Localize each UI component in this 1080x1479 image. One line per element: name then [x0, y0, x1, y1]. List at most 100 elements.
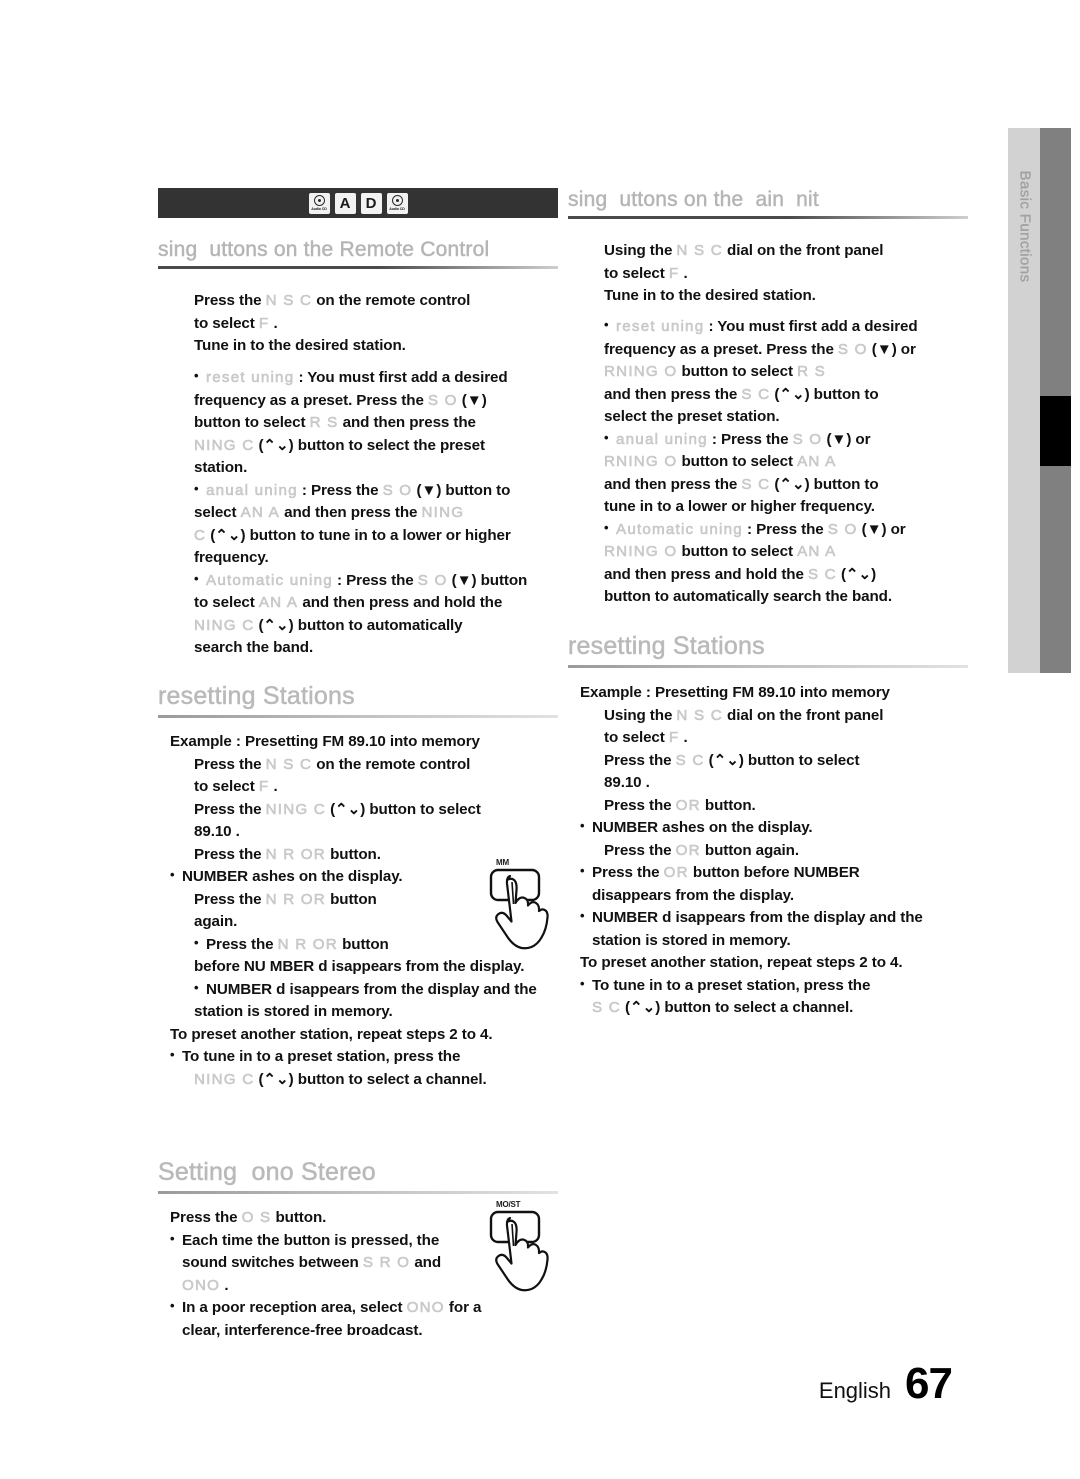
txt: . — [269, 314, 278, 332]
main-step-2: Tune in to the desired station. — [604, 287, 816, 304]
heading-main-unit-block: sing uttons on the ain nit — [568, 188, 968, 219]
txt: to select — [604, 264, 669, 282]
txt: (⌃⌄) — [836, 565, 877, 583]
txt: select — [194, 504, 241, 521]
ghost-term: O S — [241, 1209, 272, 1227]
txt: : Press the — [297, 481, 383, 499]
bullet-line: and then press the S C (⌃⌄) button to — [568, 384, 968, 407]
txt: (⌃⌄) button to — [770, 475, 879, 493]
bullet-line: station. — [194, 459, 248, 476]
example-label-right: Example : Presetting FM 89.10 into memor… — [580, 684, 890, 701]
txt: and then press the — [338, 414, 476, 431]
txt: (⌃⌄) button to automatically — [254, 616, 463, 634]
txt: button. — [700, 796, 756, 814]
rpreset-step-4: Press the OR button again. — [568, 840, 968, 863]
hand-pressing-memory-button-figure: MM — [474, 858, 578, 970]
bullet-line: NING C (⌃⌄) button to automatically — [158, 615, 558, 638]
bullet-line: anual uning : Press the S O (▼) or — [568, 428, 968, 452]
disc-glyph-icon-2 — [391, 195, 403, 206]
ghost-term: AN A — [240, 504, 281, 522]
heading-mono-stereo: Setting ono Stereo — [158, 1158, 376, 1187]
txt: Press the — [604, 841, 676, 859]
bullet-line: frequency as a preset. Press the S O (▼)… — [568, 339, 968, 362]
txt: (▼) or — [822, 430, 871, 448]
ghost-term: AN A — [258, 594, 299, 612]
bullet-line: C (⌃⌄) button to tune in to a lower or h… — [158, 525, 558, 548]
audio-cd-icon: Audio CD — [308, 192, 330, 214]
ghost-term: anual uning — [616, 430, 708, 448]
heading-presetting-left-block: resetting Stations — [158, 682, 558, 718]
txt: (⌃⌄) button to select — [325, 800, 481, 818]
txt: Press the — [194, 800, 266, 818]
ghost-term: S O — [837, 340, 868, 358]
ghost-term: NING C — [194, 1070, 255, 1088]
footer-page-number: 67 — [905, 1359, 953, 1408]
bullet-line: RNING O button to select AN A — [568, 451, 968, 474]
txt: (⌃⌄) button to select — [704, 751, 860, 769]
ghost-term: S O — [417, 571, 448, 589]
txt: button. — [325, 845, 381, 863]
txt: button — [325, 890, 377, 908]
bullet-line: button to automatically search the band. — [604, 588, 892, 605]
txt: button before NUMBER — [688, 864, 860, 881]
heading-rule — [568, 216, 968, 219]
ghost-term: RNING O — [604, 543, 678, 561]
ghost-term: S O — [792, 430, 823, 448]
audio-cd-caption: Audio CD — [311, 207, 327, 211]
ghost-term: RNING O — [604, 453, 678, 471]
ghost-term: F — [258, 778, 270, 796]
ghost-term: N S C — [676, 242, 723, 260]
ghost-term: S O — [427, 391, 458, 409]
preset-step-1a: Press the N S C on the remote control — [158, 754, 558, 777]
main-step-1-line2: to select F . — [568, 263, 968, 286]
preset-tune-note-b: NING C (⌃⌄) button to select a channel. — [158, 1069, 558, 1092]
heading-presetting-right: resetting Stations — [568, 632, 765, 661]
txt: Using the — [604, 242, 677, 259]
preset-step-2a: Press the NING C (⌃⌄) button to select — [158, 799, 558, 822]
ghost-term: S C — [592, 999, 621, 1017]
disc-glyph-icon — [313, 195, 325, 206]
txt: Using the — [604, 706, 677, 724]
bullet-line: reset uning : You must first add a desir… — [568, 315, 968, 339]
bullet-line: to select AN A and then press and hold t… — [158, 592, 558, 615]
rpreset-repeat-note: To preset another station, repeat steps … — [580, 954, 903, 971]
rpreset-note-3a: NUMBER d isappears from the display and … — [568, 906, 968, 930]
rpreset-step-1a: Using the N S C dial on the front panel — [568, 705, 968, 728]
txt: : You must first add a desired — [704, 318, 918, 335]
bullet-line: Automatic uning : Press the S O (▼) or — [568, 518, 968, 542]
txt: (▼) button — [447, 571, 528, 589]
txt: Press the — [194, 890, 266, 908]
bullet-preset-tuning-main: reset uning : You must first add a desir… — [568, 315, 968, 429]
txt: button again. — [700, 841, 799, 859]
heading-mono-stereo-block: Setting ono Stereo — [158, 1158, 558, 1194]
txt: to select — [194, 314, 259, 332]
txt: (▼) button to — [412, 481, 511, 499]
txt: button to select — [677, 543, 798, 560]
txt: (⌃⌄) button to tune in to a lower or hig… — [206, 526, 511, 544]
txt: sound switches between — [182, 1254, 363, 1271]
mono-note-2b: clear, interference-free broadcast. — [182, 1321, 423, 1339]
example-label-left: Example : Presetting FM 89.10 into memor… — [170, 733, 480, 750]
txt: frequency as a preset. Press the — [194, 391, 428, 409]
ghost-term: ONO — [182, 1276, 221, 1294]
hand-pressing-most-button-figure: MO/ST — [474, 1200, 578, 1312]
txt: and then press and hold the — [298, 594, 503, 611]
ghost-term: Automatic uning — [206, 571, 333, 589]
sidebar-chapter-label: Basic Functions — [1016, 170, 1034, 283]
ghost-term: NING C — [194, 616, 255, 634]
txt: button. — [271, 1209, 327, 1226]
txt: : Press the — [742, 520, 828, 538]
ghost-term: S C — [741, 385, 771, 403]
remote-steps-block: Press the N S C on the remote control to… — [158, 290, 558, 358]
txt: button to select — [194, 414, 310, 431]
ghost-term: N R OR — [277, 935, 338, 953]
rpreset-step-1b: to select F . — [568, 727, 968, 750]
rpreset-tune-note-b: S C (⌃⌄) button to select a channel. — [568, 997, 968, 1020]
ghost-term: F — [668, 264, 680, 282]
main-unit-steps-block: Using the N S C dial on the front panel … — [568, 240, 968, 308]
ghost-term: S C — [807, 565, 837, 583]
ghost-term: ONO — [406, 1299, 445, 1317]
txt: Press the — [206, 935, 278, 953]
ghost-term: OR — [675, 796, 701, 814]
ghost-term: RNING O — [604, 363, 678, 381]
